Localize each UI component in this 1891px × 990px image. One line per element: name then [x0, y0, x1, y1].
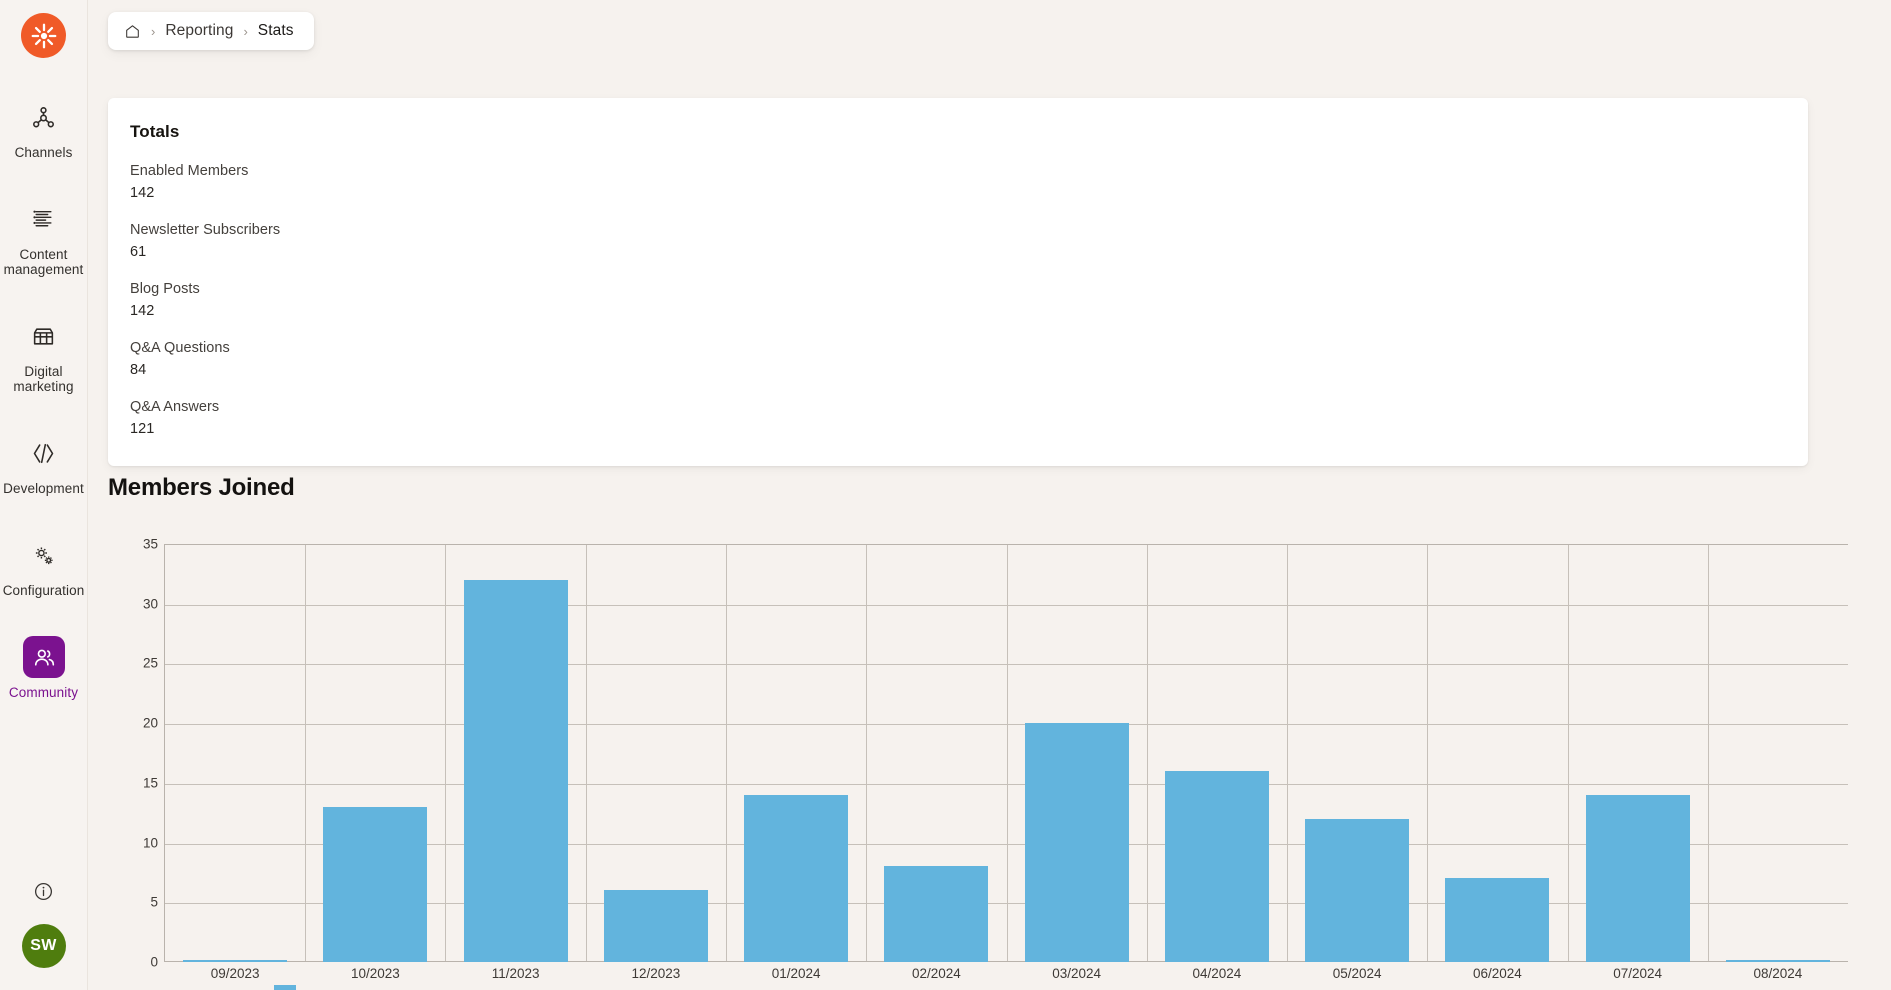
chart-bar-slot[interactable] — [866, 544, 1006, 962]
sidebar-item-label: Content management — [3, 247, 84, 277]
chart-bar[interactable] — [744, 794, 849, 962]
chart-bar-slot[interactable] — [586, 544, 726, 962]
gears-icon — [23, 534, 65, 576]
stat-label: Newsletter Subscribers — [130, 222, 281, 238]
chart-bar-slot[interactable] — [726, 544, 866, 962]
stat-blog-posts: Blog Posts 142 — [130, 278, 1786, 322]
chart-bar[interactable] — [1305, 818, 1410, 962]
sidebar-item-content-management[interactable]: Content management — [0, 188, 88, 289]
breadcrumb-separator: › — [243, 23, 248, 39]
x-axis-tick-label: 12/2023 — [631, 966, 681, 981]
y-axis-tick-label: 35 — [142, 536, 158, 552]
chart-bar[interactable] — [1024, 723, 1129, 962]
breadcrumb: › Reporting › Stats — [108, 12, 314, 50]
stat-label: Q&A Answers — [130, 399, 220, 415]
x-axis-tick-label: 11/2023 — [491, 966, 540, 981]
chart-title: Members Joined — [108, 474, 295, 501]
sidebar-item-label: Community — [8, 685, 79, 700]
info-circle-icon[interactable] — [29, 876, 59, 906]
users-group-icon — [22, 636, 65, 678]
sidebar-item-label: Development — [3, 481, 84, 496]
members-joined-bar-chart: 0 5 10 15 20 25 30 35 09/2023 10/2023 11/2023 12/2… — [108, 525, 1848, 990]
stat-qa-answers: Q&A Answers 121 — [130, 396, 1786, 440]
y-axis-tick-label: 30 — [142, 596, 158, 612]
totals-card: Totals Enabled Members 142 Newsletter Su… — [108, 98, 1808, 466]
stat-enabled-members: Enabled Members 142 — [130, 160, 1786, 204]
chart-bar[interactable] — [884, 866, 989, 962]
chart-bar-slot[interactable] — [1287, 544, 1427, 962]
x-axis-labels: 09/2023 10/2023 11/2023 12/2023 01/2024 02/20… — [165, 966, 1848, 981]
chart-bar[interactable] — [183, 960, 288, 962]
channels-network-icon — [23, 96, 65, 138]
x-axis-tick-label: 10/2023 — [350, 966, 400, 981]
y-axis-tick-label: 25 — [142, 655, 158, 671]
chart-bar[interactable] — [1445, 878, 1550, 962]
y-axis-labels: 0 5 10 15 20 25 30 35 — [108, 537, 158, 970]
sidebar-item-label: Channels — [14, 145, 73, 160]
chart-bar-slot[interactable] — [305, 544, 445, 962]
chart-bars — [165, 544, 1848, 962]
chart-bar[interactable] — [1585, 794, 1690, 962]
chart-bar[interactable] — [1164, 770, 1269, 962]
sidebar-footer: SW — [21, 876, 66, 990]
sidebar-item-label: Digital marketing — [13, 364, 74, 394]
sidebar-item-configuration[interactable]: Configuration — [0, 524, 88, 610]
chart-bar-slot[interactable] — [1568, 544, 1708, 962]
stat-value: 142 — [130, 303, 155, 319]
main-content: › Reporting › Stats Totals Enabled Membe… — [88, 0, 1891, 990]
sidebar-item-channels[interactable]: Channels — [0, 86, 88, 172]
chart-bar[interactable] — [603, 890, 708, 962]
avatar[interactable]: SW — [21, 924, 66, 968]
y-axis-tick-label: 0 — [150, 954, 158, 970]
chart-bar-slot[interactable] — [1007, 544, 1147, 962]
chart-bar-slot[interactable] — [1147, 544, 1287, 962]
x-axis-tick-label: 06/2024 — [1472, 966, 1522, 981]
stat-value: 142 — [130, 185, 155, 201]
stat-qa-questions: Q&A Questions 84 — [130, 337, 1786, 381]
chart-bar-slot[interactable] — [165, 544, 305, 962]
y-axis-tick-label: 20 — [142, 715, 158, 731]
y-axis-tick-label: 10 — [142, 835, 158, 851]
sidebar: Channels Content management Digital mark… — [0, 0, 88, 990]
sidebar-item-development[interactable]: Development — [0, 422, 88, 508]
kentico-asterisk-logo-icon[interactable] — [21, 13, 66, 58]
home-icon[interactable] — [124, 23, 141, 40]
breadcrumb-separator: › — [151, 23, 156, 39]
stat-label: Enabled Members — [130, 163, 249, 179]
x-axis-tick-label: 01/2024 — [771, 966, 821, 981]
code-brackets-icon — [23, 432, 65, 474]
chart-bar-slot[interactable] — [1427, 544, 1567, 962]
stat-value: 121 — [130, 421, 155, 437]
sidebar-item-digital-marketing[interactable]: Digital marketing — [0, 305, 88, 406]
chart-bar[interactable] — [463, 579, 568, 962]
chart-bar-slot[interactable] — [446, 544, 586, 962]
content-lines-icon — [23, 198, 65, 240]
x-axis-tick-label: 02/2024 — [911, 966, 961, 981]
sidebar-item-label: Configuration — [2, 583, 85, 598]
stat-label: Blog Posts — [130, 281, 200, 297]
chart-bar[interactable] — [323, 806, 428, 962]
app-logo[interactable] — [21, 0, 66, 86]
sidebar-item-community[interactable]: Community — [0, 626, 88, 712]
stat-newsletter-subscribers: Newsletter Subscribers 61 — [130, 219, 1786, 263]
x-axis-tick-label: 03/2024 — [1052, 966, 1102, 981]
x-axis-tick-label: 05/2024 — [1332, 966, 1382, 981]
stat-value: 84 — [130, 362, 147, 378]
y-axis-tick-label: 5 — [150, 894, 158, 910]
x-axis-tick-label: 04/2024 — [1192, 966, 1242, 981]
stat-label: Q&A Questions — [130, 340, 230, 356]
storefront-icon — [23, 315, 65, 357]
x-axis-tick-label: 08/2024 — [1753, 966, 1803, 981]
stat-value: 61 — [130, 244, 147, 260]
y-axis-tick-label: 15 — [142, 775, 158, 791]
x-axis-tick-label: 07/2024 — [1613, 966, 1663, 981]
chart-bar[interactable] — [1725, 960, 1830, 962]
sidebar-nav: Channels Content management Digital mark… — [0, 86, 88, 712]
breadcrumb-item-stats[interactable]: Stats — [258, 22, 294, 40]
chart-bar-slot[interactable] — [1708, 544, 1848, 962]
breadcrumb-item-reporting[interactable]: Reporting — [165, 22, 233, 40]
chart-legend-swatch — [274, 985, 296, 990]
x-axis-tick-label: 09/2023 — [210, 966, 260, 981]
totals-title: Totals — [130, 122, 180, 141]
